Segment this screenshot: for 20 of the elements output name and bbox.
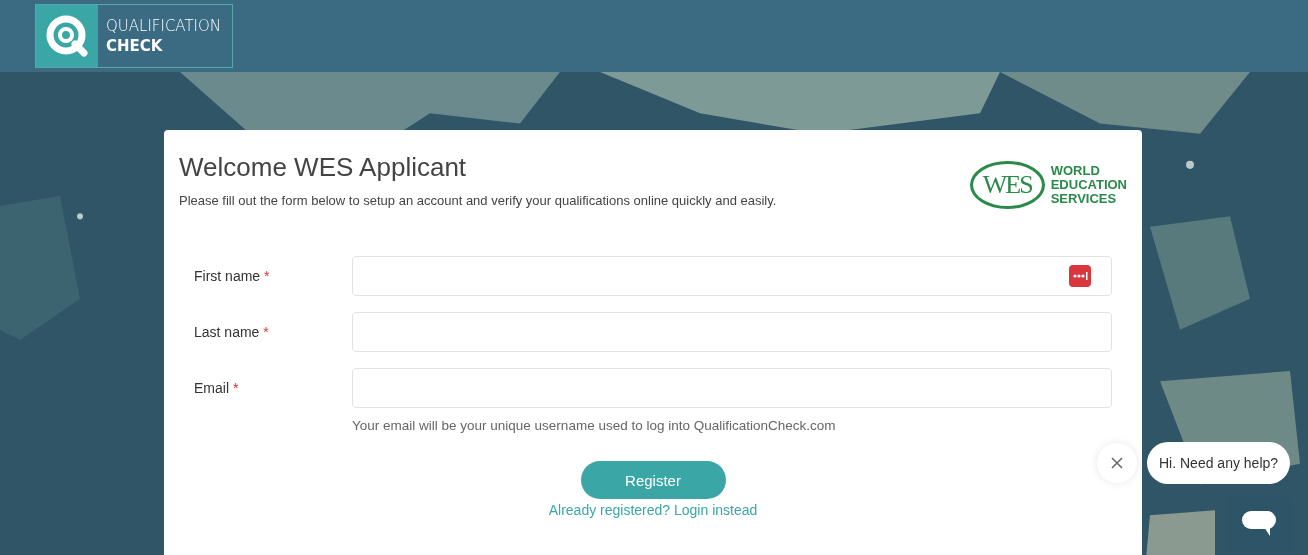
password-manager-icon[interactable] <box>1069 265 1091 287</box>
page-title: Welcome WES Applicant <box>179 152 468 183</box>
logo-text: QUALIFICATION <box>106 16 222 36</box>
input-field[interactable] <box>352 256 1112 296</box>
partner-logo: WES WORLD EDUCATION SERVICES <box>969 160 1127 210</box>
input-field[interactable] <box>352 312 1112 352</box>
field-label: Last name * <box>193 323 270 342</box>
register-button[interactable]: Register <box>580 461 726 499</box>
login-link[interactable]: Already registered? Login instead <box>548 502 758 518</box>
logo[interactable]: QUALIFICATION CHECK <box>35 4 233 68</box>
chat-icon <box>1242 511 1276 537</box>
field-label: Email * <box>193 379 240 398</box>
field-label: First name * <box>193 267 271 286</box>
helper-text: Your email will be your unique username used to log into QualificationCheck.com <box>352 418 837 433</box>
input-field[interactable] <box>352 368 1112 408</box>
magnifier-logo-icon <box>44 13 90 59</box>
logo-text: CHECK <box>106 36 164 56</box>
intro-text: Please fill out the form below to setup an account and verify your qualifications online quickly and easily. <box>179 193 777 208</box>
close-icon <box>1111 457 1123 469</box>
chat-bubble[interactable]: Hi. Need any help? <box>1147 442 1291 484</box>
